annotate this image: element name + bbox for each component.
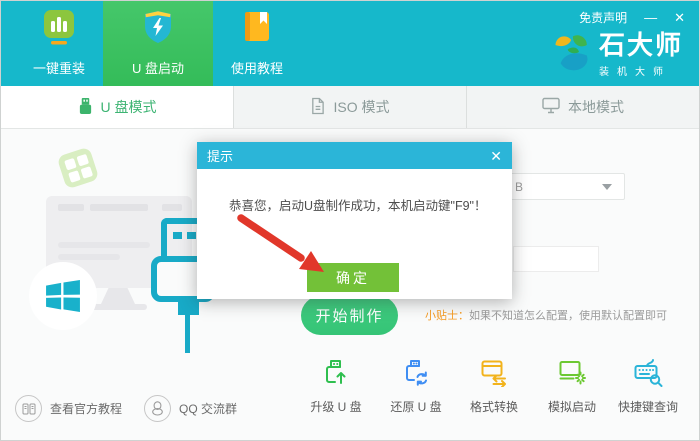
tool-upgrade-usb[interactable]: 升级 U 盘 [294,357,378,415]
tool-label: 还原 U 盘 [390,400,442,414]
book-icon [239,8,275,51]
simulate-boot-icon [557,357,587,392]
brand-logo: 石大师 装机大师 [552,31,683,78]
usb-upgrade-icon [321,357,351,392]
start-make-button[interactable]: 开始制作 [301,296,398,335]
tool-restore-usb[interactable]: 还原 U 盘 [374,357,458,415]
iso-file-icon [310,97,325,118]
mode-tab-label: ISO 模式 [333,99,390,115]
window-controls: 免责声明 — ✕ [579,9,685,26]
dialog-message: 恭喜您，启动U盘制作成功，本机启动键"F9"！ [229,199,487,213]
tool-label: 模拟启动 [547,400,596,414]
tab-tutorial[interactable]: 使用教程 [213,1,301,86]
dialog-title: 提示 [207,149,234,164]
usb-restore-icon [401,357,431,392]
footer-link-label: 查看官方教程 [50,402,123,416]
mode-tab-label: U 盘模式 [100,99,157,115]
tab-one-key-reinstall[interactable]: 一键重装 [15,1,103,86]
success-dialog: 提示 ✕ 恭喜您，启动U盘制作成功，本机启动键"F9"！ 确定 [197,142,512,299]
ok-button[interactable]: 确定 [307,263,399,292]
tool-label: 快捷键查询 [617,400,678,414]
brand-logo-icon [552,31,592,78]
chart-icon [41,8,77,51]
minimize-button[interactable]: — [644,11,657,24]
partially-hidden-field[interactable] [513,246,599,272]
hotkey-query-icon [633,357,663,392]
monitor-base [89,304,147,310]
nav-tab-label: 使用教程 [230,61,283,76]
dialog-close-icon[interactable]: ✕ [490,149,502,163]
monitor-icon [542,97,560,117]
qq-group-link[interactable]: QQ 交流群 [144,395,237,422]
close-button[interactable]: ✕ [674,11,685,24]
brand-name: 石大师 [598,29,683,60]
mode-tab-iso[interactable]: ISO 模式 [233,86,466,128]
qq-penguin-icon [144,395,171,422]
nav-tab-label: 一键重装 [32,61,85,76]
app-window: 一键重装 U 盘启动 使用教程 免责声明 — ✕ 石大师 装机大师 U 盘模式 … [0,0,700,441]
main-area: B 开始制作 小贴士：如果不知道怎么配置，使用默认配置即可 提示 ✕ 恭喜您，启… [1,129,699,440]
tool-format-convert[interactable]: 格式转换 [452,357,536,415]
footer-link-label: QQ 交流群 [179,402,238,416]
usb-drive-icon [78,97,93,118]
windows-flag-icon [46,280,80,312]
header: 一键重装 U 盘启动 使用教程 免责声明 — ✕ 石大师 装机大师 [1,1,699,86]
tool-hotkey-query[interactable]: 快捷键查询 [606,357,690,415]
tool-label: 升级 U 盘 [310,400,362,414]
official-tutorial-link[interactable]: 查看官方教程 [15,395,122,422]
format-convert-icon [479,357,509,392]
brand-subtitle: 装机大师 [598,66,671,78]
tool-simulate-boot[interactable]: 模拟启动 [530,357,614,415]
tutorial-icon [15,395,42,422]
usb-device-dropdown[interactable]: B [507,173,625,200]
dialog-titlebar: 提示 ✕ [197,142,512,169]
windows-logo-badge [29,262,97,330]
tool-label: 格式转换 [469,400,518,414]
disclaimer-link[interactable]: 免责声明 [579,9,627,26]
dropdown-value: B [515,179,524,194]
chevron-down-icon [602,183,612,190]
mode-tab-local[interactable]: 本地模式 [466,86,699,128]
nav-tab-label: U 盘启动 [131,61,184,76]
mode-tabs: U 盘模式 ISO 模式 本地模式 [1,86,699,129]
tip-text: 小贴士：如果不知道怎么配置，使用默认配置即可 [425,310,667,322]
shield-lightning-icon [140,8,176,51]
mode-tab-usb[interactable]: U 盘模式 [1,86,233,128]
windows-tile-decoration [56,146,100,190]
monitor-stand [101,288,135,304]
tab-usb-boot[interactable]: U 盘启动 [103,1,213,86]
mode-tab-label: 本地模式 [568,99,624,115]
